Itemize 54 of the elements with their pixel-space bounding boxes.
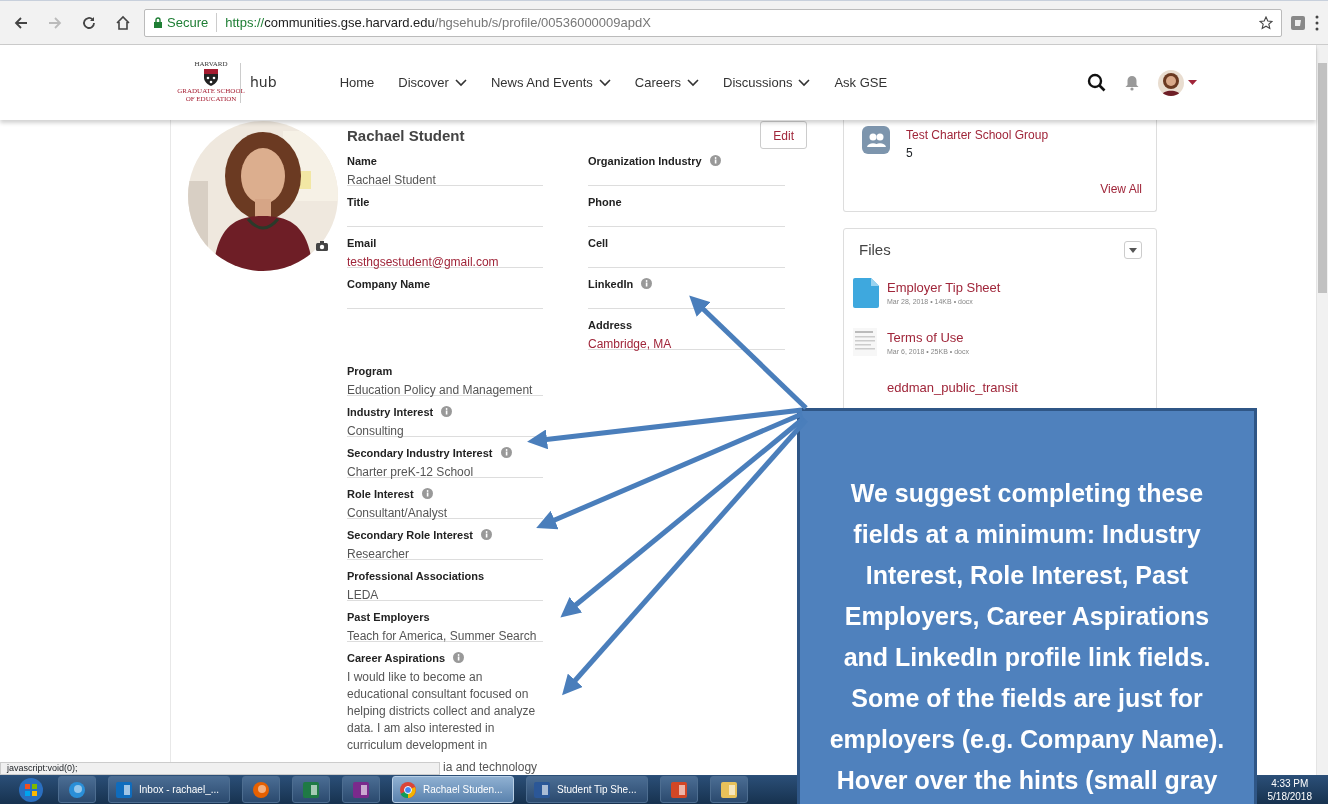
group-link[interactable]: Test Charter School Group xyxy=(906,126,1049,144)
field-label: Secondary Industry Interest xyxy=(347,446,493,461)
field-value: I would like to become an educational consultant focused on helping districts collect and analyze data. I am also interested in curriculum development in xyxy=(347,669,537,754)
profile-name: Rachael Student xyxy=(347,126,465,146)
view-all-link[interactable]: View All xyxy=(862,180,1142,198)
clock-date: 5/18/2018 xyxy=(1267,789,1312,803)
nav-link[interactable]: Ask GSE xyxy=(834,72,888,93)
field-value: Rachael Student xyxy=(347,172,437,189)
member-count: 5 xyxy=(906,145,914,162)
callout-box: We suggest completing these fields at a minimum: Industry Interest, Role Interest, Past Employers, Career Aspirations and LinkedIn profile link fields. Some of the fields are just for employers (e.g. Company Name). Hover over the hints (small gray xyxy=(797,408,1257,804)
nav-link[interactable]: Careers xyxy=(634,72,700,93)
field-label: Name xyxy=(347,154,377,169)
field-label: LinkedIn xyxy=(588,277,634,292)
taskbar-button[interactable]: Inbox - rachael_... xyxy=(108,776,230,803)
field-link[interactable]: Cambridge, MA xyxy=(588,336,785,353)
field-label: Address xyxy=(588,318,633,333)
status-bar: javascript:void(0); xyxy=(0,762,440,775)
field-label: Cell xyxy=(588,236,609,251)
file-link[interactable]: Terms of Use xyxy=(887,327,969,347)
address-bar[interactable]: Secure https://communities.gse.harvard.edu/hgsehub/s/profile/00536000009apdX xyxy=(144,8,1282,37)
field-label: Title xyxy=(347,195,370,210)
field-link[interactable]: testhgsestudent@gmail.com xyxy=(347,254,543,271)
field-label: Role Interest xyxy=(347,487,414,502)
nav-link[interactable]: News And Events xyxy=(490,72,611,93)
nav-link[interactable]: Discover xyxy=(398,72,467,93)
field-label: Professional Associations xyxy=(347,569,485,584)
field-label: Company Name xyxy=(347,277,431,292)
field-value: Researcher xyxy=(347,546,411,563)
field-value: Teach for America, Summer Search xyxy=(347,628,538,645)
field-label: Email xyxy=(347,236,377,251)
field-label: Secondary Role Interest xyxy=(347,528,473,543)
field-label: Career Aspirations xyxy=(347,651,446,666)
clock-time: 4:33 PM xyxy=(1270,776,1310,790)
field-value: ia and technology xyxy=(443,761,538,774)
url-text: https://communities.gse.harvard.edu/hgsehub/s/profile/00536000009apdX xyxy=(225,13,651,32)
card-title: Files xyxy=(859,240,891,260)
file-link[interactable]: Employer Tip Sheet xyxy=(887,277,1001,297)
field-value: Charter preK-12 School xyxy=(347,464,475,481)
taskbar-button[interactable]: Student Tip She... xyxy=(526,776,648,803)
edit-button[interactable]: Edit xyxy=(760,121,807,149)
field-label: Organization Industry xyxy=(588,154,702,169)
secure-label: Secure xyxy=(167,13,209,32)
nav-link[interactable]: Home xyxy=(339,72,375,93)
field-value: Consulting xyxy=(347,423,405,440)
field-value: Education Policy and Management xyxy=(347,382,534,399)
field-value: Consultant/Analyst xyxy=(347,505,449,522)
field-label: Past Employers xyxy=(347,610,430,625)
field-label: Phone xyxy=(588,195,622,210)
file-link[interactable]: eddman_public_transit xyxy=(887,377,1018,397)
field-label: Industry Interest xyxy=(347,405,434,420)
field-label: Program xyxy=(347,364,393,379)
nav-link[interactable]: Discussions xyxy=(723,72,811,93)
site-name: hub xyxy=(250,73,277,92)
field-value: LEDA xyxy=(347,587,380,604)
